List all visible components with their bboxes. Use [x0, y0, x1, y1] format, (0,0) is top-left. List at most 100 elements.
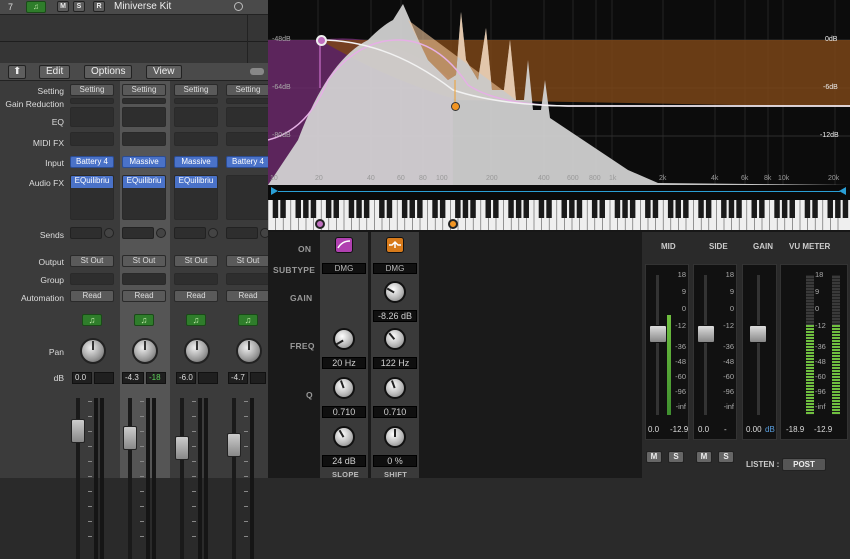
- record-button[interactable]: R: [93, 1, 105, 12]
- midi-icon[interactable]: ♫: [134, 314, 154, 326]
- send-slot[interactable]: [70, 227, 102, 239]
- band-2-q-value[interactable]: 0.710: [373, 406, 417, 418]
- midi-fx-slot[interactable]: [174, 132, 218, 146]
- band-2-gain-value[interactable]: -8.26 dB: [373, 310, 417, 322]
- eq-thumbnail[interactable]: [70, 107, 114, 127]
- audio-fx-plugin[interactable]: EQuilibriu: [71, 176, 113, 188]
- eq-graph[interactable]: -48dB -64dB -80dB 0dB -6dB -12dB 10 20 4…: [268, 0, 850, 185]
- side-mute-button[interactable]: M: [696, 451, 712, 463]
- send-slot[interactable]: [174, 227, 206, 239]
- band-2-shift-knob[interactable]: [384, 426, 406, 448]
- mid-solo-button[interactable]: S: [668, 451, 684, 463]
- band-2-freq-knob[interactable]: [384, 328, 406, 350]
- midi-icon[interactable]: ♫: [26, 1, 46, 13]
- group-slot[interactable]: [70, 273, 114, 285]
- audio-fx-plugin[interactable]: EQuilibriu: [175, 176, 217, 188]
- frequency-range-bar[interactable]: [268, 185, 850, 198]
- band-1-slope-value[interactable]: 24 dB: [322, 455, 366, 467]
- send-slot[interactable]: [226, 227, 258, 239]
- volume-fader[interactable]: [123, 426, 137, 450]
- output-slot[interactable]: St Out: [226, 255, 270, 267]
- side-solo-button[interactable]: S: [718, 451, 734, 463]
- band-1-handle[interactable]: [316, 35, 327, 46]
- automation-button[interactable]: Read: [70, 290, 114, 302]
- band-1-slope-knob[interactable]: [333, 426, 355, 448]
- pan-knob[interactable]: [80, 338, 106, 364]
- piano-keyboard[interactable]: [268, 198, 850, 230]
- group-slot[interactable]: [174, 273, 218, 285]
- band-1-q-knob[interactable]: [333, 377, 355, 399]
- band-1-freq-value[interactable]: 20 Hz: [322, 357, 366, 369]
- automation-button[interactable]: Read: [174, 290, 218, 302]
- audio-fx-plugin[interactable]: EQuilibriu: [123, 176, 165, 188]
- band-1-subtype[interactable]: DMG: [322, 263, 366, 274]
- gain-fader[interactable]: [749, 325, 767, 343]
- midi-fx-slot[interactable]: [70, 132, 114, 146]
- output-slot[interactable]: St Out: [122, 255, 166, 267]
- eq-thumbnail[interactable]: [226, 107, 270, 127]
- setting-button[interactable]: Setting: [122, 84, 166, 96]
- band-2-subtype[interactable]: DMG: [373, 263, 417, 274]
- volume-fader[interactable]: [71, 419, 85, 443]
- freq-label: 600: [567, 175, 579, 182]
- input-slot[interactable]: Massive: [174, 156, 218, 168]
- side-fader[interactable]: [697, 325, 715, 343]
- scroll-handle[interactable]: [250, 68, 264, 75]
- midi-fx-slot[interactable]: [122, 132, 166, 146]
- group-slot[interactable]: [226, 273, 270, 285]
- send-knob[interactable]: [104, 228, 114, 238]
- range-right-arrow-icon[interactable]: [839, 187, 846, 195]
- pan-knob[interactable]: [236, 338, 262, 364]
- edit-menu[interactable]: Edit: [39, 65, 71, 79]
- midi-fx-slot[interactable]: [226, 132, 270, 146]
- band-1-key-marker[interactable]: [315, 219, 325, 229]
- volume-fader[interactable]: [175, 436, 189, 460]
- view-menu[interactable]: View: [146, 65, 182, 79]
- band-2-gain-knob[interactable]: [384, 281, 406, 303]
- midi-icon[interactable]: ♫: [186, 314, 206, 326]
- post-button[interactable]: POST: [782, 458, 826, 471]
- input-slot[interactable]: Massive: [122, 156, 166, 168]
- band-1-q-value[interactable]: 0.710: [322, 406, 366, 418]
- send-slot[interactable]: [122, 227, 154, 239]
- mute-button[interactable]: M: [57, 1, 69, 12]
- up-arrow-button[interactable]: ⬆: [8, 65, 27, 79]
- volume-fader[interactable]: [227, 433, 241, 457]
- band-2-key-marker[interactable]: [448, 219, 458, 229]
- band-2-freq-value[interactable]: 122 Hz: [373, 357, 417, 369]
- audio-fx-slot[interactable]: EQuilibriu: [122, 175, 166, 220]
- setting-button[interactable]: Setting: [70, 84, 114, 96]
- setting-button[interactable]: Setting: [226, 84, 270, 96]
- output-slot[interactable]: St Out: [70, 255, 114, 267]
- audio-fx-slot[interactable]: EQuilibriu: [174, 175, 218, 220]
- record-enable-icon[interactable]: [234, 2, 243, 11]
- range-left-arrow-icon[interactable]: [271, 187, 278, 195]
- band-2-handle[interactable]: [451, 102, 460, 111]
- midi-icon[interactable]: ♫: [238, 314, 258, 326]
- midi-icon[interactable]: ♫: [82, 314, 102, 326]
- solo-button[interactable]: S: [73, 1, 85, 12]
- setting-button[interactable]: Setting: [174, 84, 218, 96]
- eq-thumbnail[interactable]: [174, 107, 218, 127]
- audio-fx-slot[interactable]: [226, 175, 270, 220]
- eq-thumbnail[interactable]: [122, 107, 166, 127]
- input-slot[interactable]: Battery 4: [226, 156, 270, 168]
- band-2-q-knob[interactable]: [384, 377, 406, 399]
- pan-knob[interactable]: [132, 338, 158, 364]
- send-knob[interactable]: [156, 228, 166, 238]
- band-2-bell-icon[interactable]: [386, 237, 404, 253]
- send-knob[interactable]: [208, 228, 218, 238]
- automation-button[interactable]: Read: [226, 290, 270, 302]
- input-slot[interactable]: Battery 4: [70, 156, 114, 168]
- mid-mute-button[interactable]: M: [646, 451, 662, 463]
- band-1-lowcut-icon[interactable]: [335, 237, 353, 253]
- output-slot[interactable]: St Out: [174, 255, 218, 267]
- group-slot[interactable]: [122, 273, 166, 285]
- options-menu[interactable]: Options: [84, 65, 133, 79]
- mid-fader[interactable]: [649, 325, 667, 343]
- band-1-freq-knob[interactable]: [333, 328, 355, 350]
- audio-fx-slot[interactable]: EQuilibriu: [70, 175, 114, 220]
- band-2-shift-value[interactable]: 0 %: [373, 455, 417, 467]
- automation-button[interactable]: Read: [122, 290, 166, 302]
- pan-knob[interactable]: [184, 338, 210, 364]
